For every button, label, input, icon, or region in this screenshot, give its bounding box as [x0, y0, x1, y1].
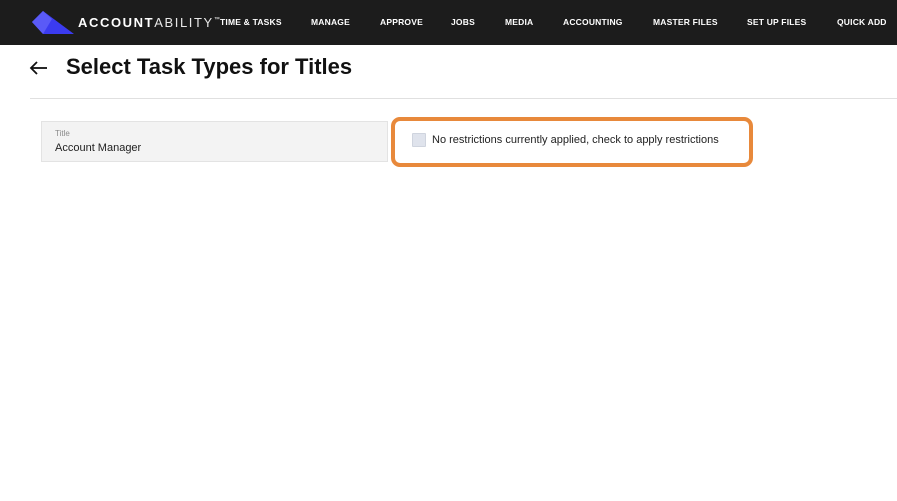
nav-media[interactable]: MEDIA: [505, 0, 533, 45]
logo[interactable]: ACCOUNTABILITY™: [30, 10, 220, 34]
nav-approve[interactable]: APPROVE: [380, 0, 423, 45]
page-header: Select Task Types for Titles: [0, 45, 897, 99]
nav-time-and-tasks[interactable]: TIME & TASKS: [220, 0, 282, 45]
top-navigation-bar: ACCOUNTABILITY™ TIME & TASKS MANAGE APPR…: [0, 0, 897, 45]
arrow-left-icon[interactable]: [28, 57, 50, 79]
header-divider: [30, 98, 897, 99]
restriction-label[interactable]: No restrictions currently applied, check…: [432, 134, 719, 146]
nav-jobs[interactable]: JOBS: [451, 0, 475, 45]
restriction-checkbox[interactable]: [412, 133, 426, 147]
logo-trademark: ™: [213, 16, 220, 23]
nav-accounting[interactable]: ACCOUNTING: [563, 0, 623, 45]
logo-text-bold: ACCOUNT: [78, 14, 155, 30]
nav-set-up-files[interactable]: SET UP FILES: [747, 0, 806, 45]
title-field[interactable]: Title Account Manager: [41, 121, 388, 162]
nav-master-files[interactable]: MASTER FILES: [653, 0, 718, 45]
nav-quick-add[interactable]: QUICK ADD: [837, 0, 887, 45]
logo-text-light: ABILITY: [154, 14, 214, 30]
logo-mark-icon: [32, 11, 74, 34]
nav-manage[interactable]: MANAGE: [311, 0, 350, 45]
title-field-label: Title: [55, 129, 70, 138]
page-title: Select Task Types for Titles: [66, 54, 353, 79]
title-field-value: Account Manager: [55, 142, 142, 154]
restriction-option[interactable]: No restrictions currently applied, check…: [412, 133, 719, 147]
restriction-highlight: No restrictions currently applied, check…: [391, 117, 753, 167]
logo-text: ACCOUNTABILITY™: [78, 15, 220, 30]
